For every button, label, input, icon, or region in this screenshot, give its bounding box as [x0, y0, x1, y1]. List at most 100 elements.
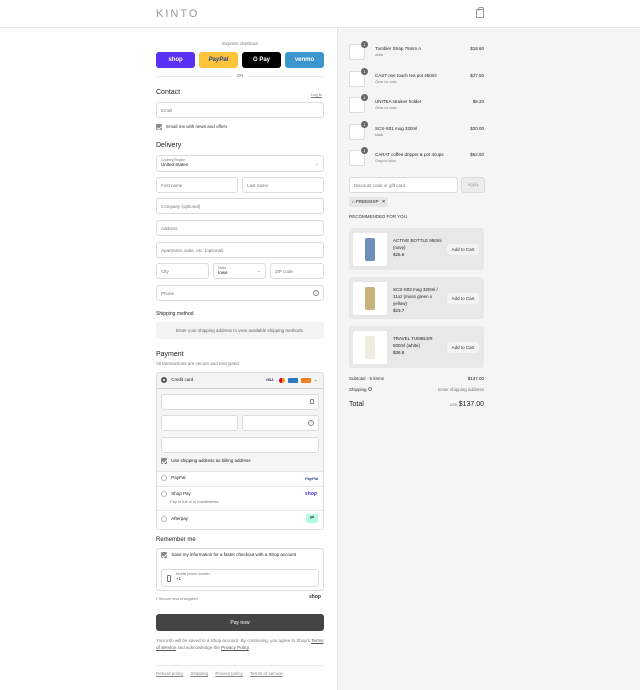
company-field[interactable]: Company (optional) — [156, 198, 324, 214]
news-checkbox[interactable] — [156, 124, 162, 130]
mobile-icon — [167, 575, 171, 582]
security-code-field[interactable]: ? — [242, 415, 319, 431]
secure-text: Secure and encrypted — [158, 596, 198, 601]
apartment-field[interactable]: Apartment, suite, etc. (optional) — [156, 242, 324, 258]
state-select[interactable]: State Iowa ⌄ — [213, 263, 266, 279]
expiration-field[interactable] — [161, 415, 238, 431]
product-image — [353, 331, 387, 364]
save-info-checkbox[interactable] — [161, 552, 167, 558]
recommended-price: $26.6 — [393, 252, 405, 257]
order-item: 1 SCS-S01 mug 330ml black $20.00 — [349, 120, 484, 144]
credit-card-option[interactable]: Credit card VISA + — [157, 373, 323, 389]
shop-pay-radio[interactable] — [161, 491, 167, 497]
product-price: $27.50 — [470, 72, 484, 78]
refund-policy-link[interactable]: Refund policy — [156, 671, 183, 676]
terms-of-service-link[interactable]: Terms of service — [250, 671, 283, 676]
card-number-field[interactable] — [161, 394, 319, 410]
save-info-row[interactable]: Save my information for a faster checkou… — [161, 552, 296, 558]
quantity-badge: 1 — [361, 67, 368, 75]
quantity-badge: 1 — [361, 120, 368, 128]
mobile-value: +1 — [176, 576, 182, 581]
mobile-phone-field[interactable]: Mobile phone number +1 — [161, 569, 319, 587]
shop-pay-subtitle: Pay in full or in installments — [170, 499, 219, 504]
shipping-label: Shipping — [349, 387, 367, 392]
credit-card-radio[interactable] — [161, 377, 167, 383]
paypal-option[interactable]: PayPal — [161, 475, 186, 481]
news-label: Email me with news and offers — [166, 124, 228, 130]
privacy-policy-link[interactable]: Privacy policy — [215, 671, 243, 676]
recommended-name: ACTIVE BOTTLE 950ml (navy) — [393, 238, 442, 250]
venmo-button[interactable]: venmo — [285, 52, 324, 68]
remove-code-icon[interactable]: ✕ — [382, 199, 386, 204]
afterpay-option[interactable]: Afterpay — [161, 516, 188, 522]
city-field[interactable]: City — [156, 263, 209, 279]
payment-subtitle: All transactions are secure and encrypte… — [156, 361, 241, 366]
add-to-cart-button[interactable]: Add to Cart — [447, 293, 479, 304]
amex-icon — [288, 378, 299, 384]
phone-field[interactable]: Phone ? — [156, 285, 324, 301]
secure-note: ▪ Secure and encrypted — [156, 596, 198, 601]
card-brands: VISA + — [264, 378, 317, 384]
header: KINTO — [0, 0, 640, 28]
paypal-logo-icon: PayPal — [305, 476, 319, 481]
last-name-field[interactable]: Last name — [242, 177, 324, 193]
add-to-cart-button[interactable]: Add to Cart — [447, 342, 479, 353]
shopping-bag-icon[interactable] — [476, 7, 484, 18]
subtotal-value: $137.00 — [467, 376, 484, 381]
legal-text: Your info will be saved to a Shop accoun… — [156, 637, 324, 651]
product-price: $62.50 — [470, 152, 484, 157]
currency: USD — [449, 403, 458, 407]
shop-pay-logo-icon: shop — [305, 491, 317, 497]
product-name: Tumbler Strap 75mm A — [375, 46, 422, 51]
shop-pay-button[interactable]: shop — [156, 52, 195, 68]
discount-field[interactable]: Discount code or gift card — [349, 177, 458, 193]
country-select[interactable]: Country/Region United States ⌄ — [156, 155, 324, 172]
shop-pay-option[interactable]: Shop Pay — [161, 491, 191, 497]
pay-now-button[interactable]: Pay now — [156, 614, 324, 631]
recommended-item: SCS-S03 mug 320ml / 11oz (moss green x y… — [349, 277, 484, 319]
recommended-item: TRAVEL TUMBLER 500ml (white) $36.8 Add to … — [349, 326, 484, 368]
apply-button[interactable]: Apply — [461, 177, 485, 193]
afterpay-radio[interactable] — [161, 516, 167, 522]
address-field[interactable]: Address — [156, 220, 324, 236]
login-link[interactable]: Log in — [311, 92, 322, 97]
product-variant: Clear no color — [375, 106, 397, 110]
phone-placeholder: Phone — [161, 291, 175, 296]
add-to-cart-button[interactable]: Add to Cart — [447, 244, 479, 255]
help-icon[interactable]: ? — [308, 420, 314, 426]
product-variant: black — [375, 132, 384, 137]
quantity-badge: 1 — [361, 147, 368, 154]
payment-title: Payment — [156, 351, 184, 358]
shipping-method-title: Shipping method — [156, 311, 194, 317]
afterpay-logo-icon: ⇄ — [306, 514, 318, 523]
product-variant: white — [375, 53, 384, 57]
help-icon[interactable]: ? — [313, 290, 319, 296]
shipping-policy-link[interactable]: Shipping — [191, 671, 209, 676]
paypal-button[interactable]: PayPal — [199, 52, 238, 68]
total-value: $137.00 — [458, 401, 484, 408]
privacy-link[interactable]: Privacy Policy — [221, 645, 249, 650]
product-name: UNITEA strainer holder — [375, 99, 422, 104]
billing-checkbox-row[interactable]: Use shipping address as billing address — [161, 458, 251, 464]
news-checkbox-row[interactable]: Email me with news and offers — [156, 124, 227, 130]
billing-checkbox[interactable] — [161, 458, 167, 464]
shipping-note: Enter your shipping address to view avai… — [156, 322, 324, 339]
paypal-radio[interactable] — [161, 475, 167, 481]
order-item: 1 UNITEA strainer holder Clear no color $8.… — [349, 94, 484, 117]
recommended-name: TRAVEL TUMBLER 500ml (white) — [393, 336, 433, 348]
google-pay-button[interactable]: G Pay — [242, 52, 281, 68]
first-name-field[interactable]: First name — [156, 177, 238, 193]
afterpay-label: Afterpay — [171, 516, 189, 522]
product-name: CARAT coffee dripper & pot 4cups — [375, 152, 444, 157]
state-value: Iowa — [218, 270, 228, 275]
email-field[interactable]: Email — [156, 102, 324, 118]
footer-links: Refund policy Shipping Privacy policy Te… — [156, 671, 289, 676]
store-logo[interactable]: KINTO — [156, 8, 199, 20]
visa-icon: VISA — [265, 378, 276, 384]
more-cards: + — [314, 378, 317, 383]
product-name: SCS-S01 mug 330ml — [375, 125, 418, 131]
contact-title: Contact — [156, 89, 181, 96]
zip-field[interactable]: ZIP code — [270, 263, 324, 279]
help-icon[interactable] — [367, 387, 372, 391]
name-on-card-field[interactable] — [161, 437, 319, 453]
